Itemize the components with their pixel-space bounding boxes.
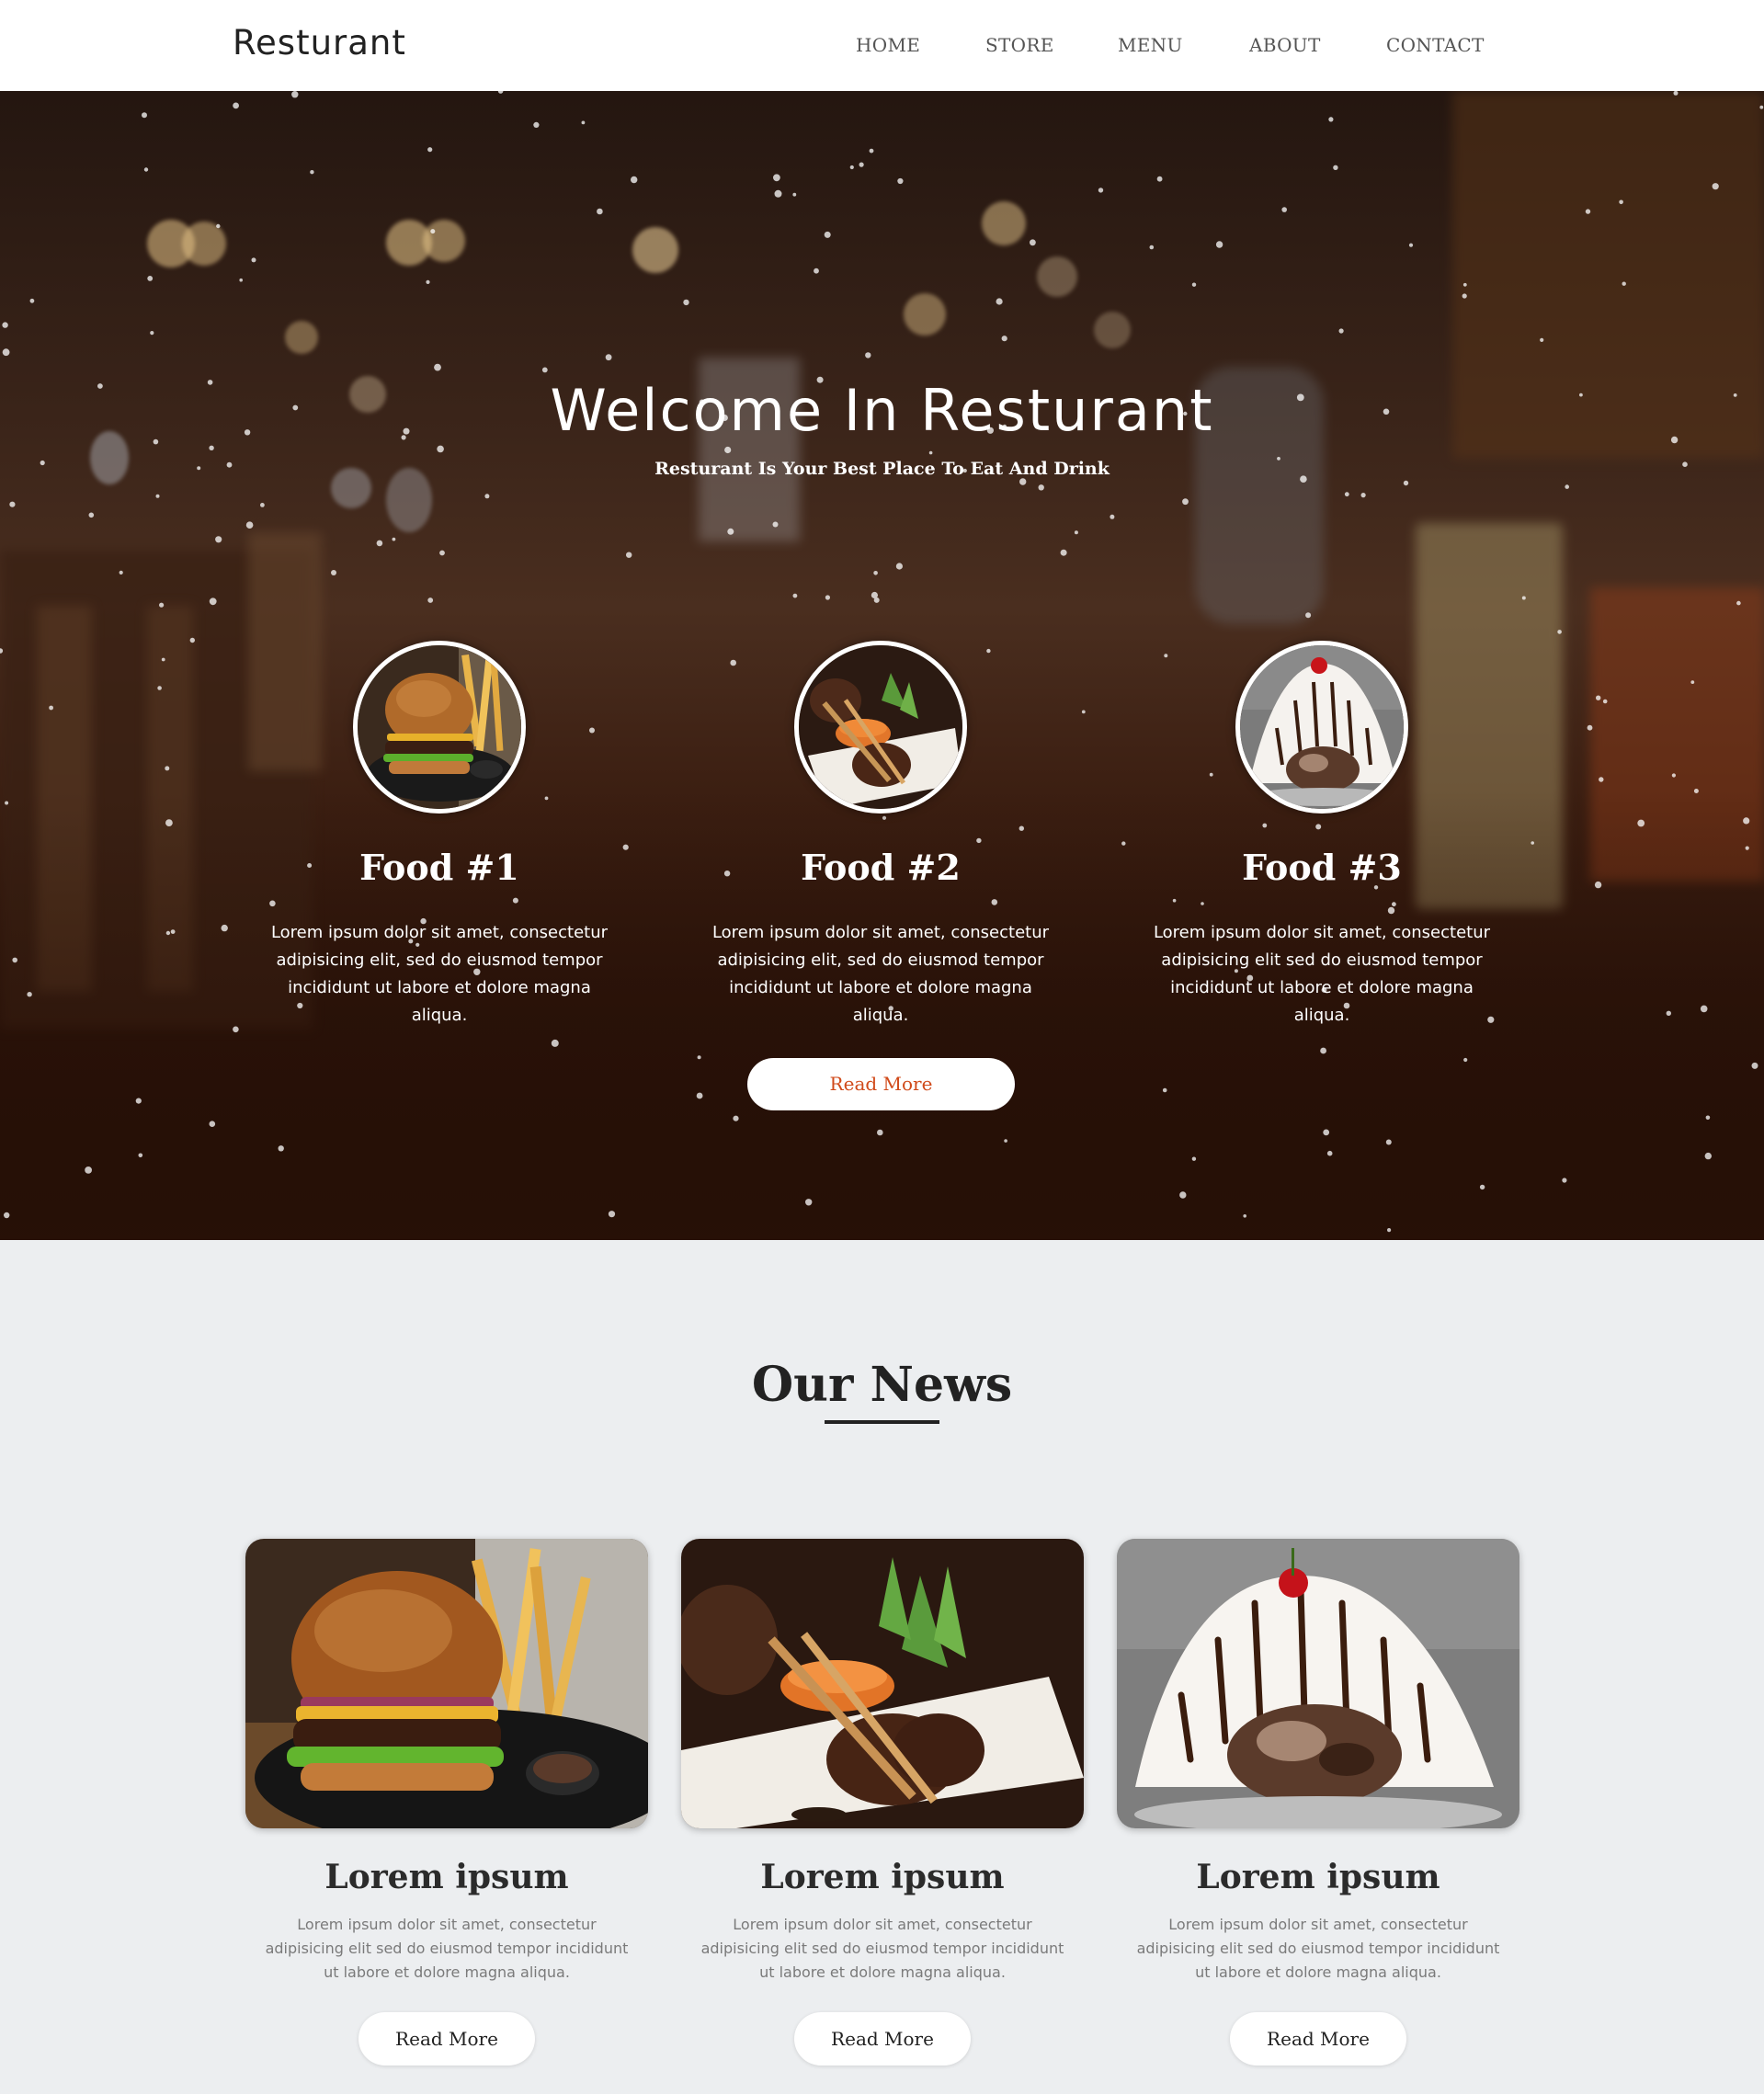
news-image-lamb-chops[interactable] — [681, 1539, 1084, 1828]
news-item-text: Lorem ipsum dolor sit amet, consectetur … — [265, 1916, 629, 1981]
food-image-lamb-chops — [794, 641, 967, 814]
news-card-2: Lorem ipsum Lorem ipsum dolor sit amet, … — [681, 1539, 1084, 2066]
food-title: Food #3 — [1242, 847, 1402, 888]
news-item-text: Lorem ipsum dolor sit amet, consectetur … — [700, 1916, 1064, 1981]
food-title: Food #2 — [801, 847, 961, 888]
news-image-ice-cream-sundae[interactable] — [1117, 1539, 1519, 1828]
hero-read-more-button[interactable]: Read More — [747, 1058, 1015, 1110]
hero-title: Welcome In Resturant — [550, 377, 1214, 444]
food-card-1: Food #1 Lorem ipsum dolor sit amet, cons… — [256, 641, 623, 1030]
news-title-underline — [825, 1420, 939, 1424]
food-image-burger — [353, 641, 526, 814]
food-description: Lorem ipsum dolor sit amet, consectetur … — [711, 923, 1050, 1025]
news-card-3: Lorem ipsum Lorem ipsum dolor sit amet, … — [1117, 1539, 1519, 2066]
hero-subtitle: Resturant Is Your Best Place To Eat And … — [654, 459, 1110, 479]
news-item-text: Lorem ipsum dolor sit amet, consectetur … — [1136, 1916, 1500, 1981]
news-read-more-button[interactable]: Read More — [1230, 2012, 1406, 2066]
news-image-burger[interactable] — [245, 1539, 648, 1828]
food-description: Lorem ipsum dolor sit amet, consectetur … — [270, 923, 609, 1025]
food-card-2: Food #2 Lorem ipsum dolor sit amet, cons… — [697, 641, 1064, 1030]
main-nav: HOME STORE MENU ABOUT CONTACT — [0, 34, 1764, 62]
news-item-title: Lorem ipsum — [760, 1858, 1005, 1896]
nav-store[interactable]: STORE — [985, 34, 1054, 56]
nav-menu[interactable]: MENU — [1118, 34, 1183, 56]
hero-section: Welcome In Resturant Resturant Is Your B… — [0, 91, 1764, 1240]
news-read-more-button[interactable]: Read More — [794, 2012, 971, 2066]
nav-contact[interactable]: CONTACT — [1386, 34, 1485, 56]
food-description: Lorem ipsum dolor sit amet, consectetur … — [1153, 923, 1491, 1025]
food-card-3: Food #3 Lorem ipsum dolor sit amet, cons… — [1138, 641, 1506, 1030]
news-read-more-button[interactable]: Read More — [358, 2012, 535, 2066]
food-image-ice-cream-sundae — [1235, 641, 1408, 814]
news-item-title: Lorem ipsum — [324, 1858, 569, 1896]
news-card-1: Lorem ipsum Lorem ipsum dolor sit amet, … — [245, 1539, 648, 2066]
nav-home[interactable]: HOME — [856, 34, 920, 56]
food-title: Food #1 — [359, 847, 519, 888]
news-item-title: Lorem ipsum — [1196, 1858, 1440, 1896]
nav-about[interactable]: ABOUT — [1249, 34, 1321, 56]
site-header: Resturant HOME STORE MENU ABOUT CONTACT — [0, 0, 1764, 91]
news-section-title: Our News — [751, 1357, 1013, 1413]
